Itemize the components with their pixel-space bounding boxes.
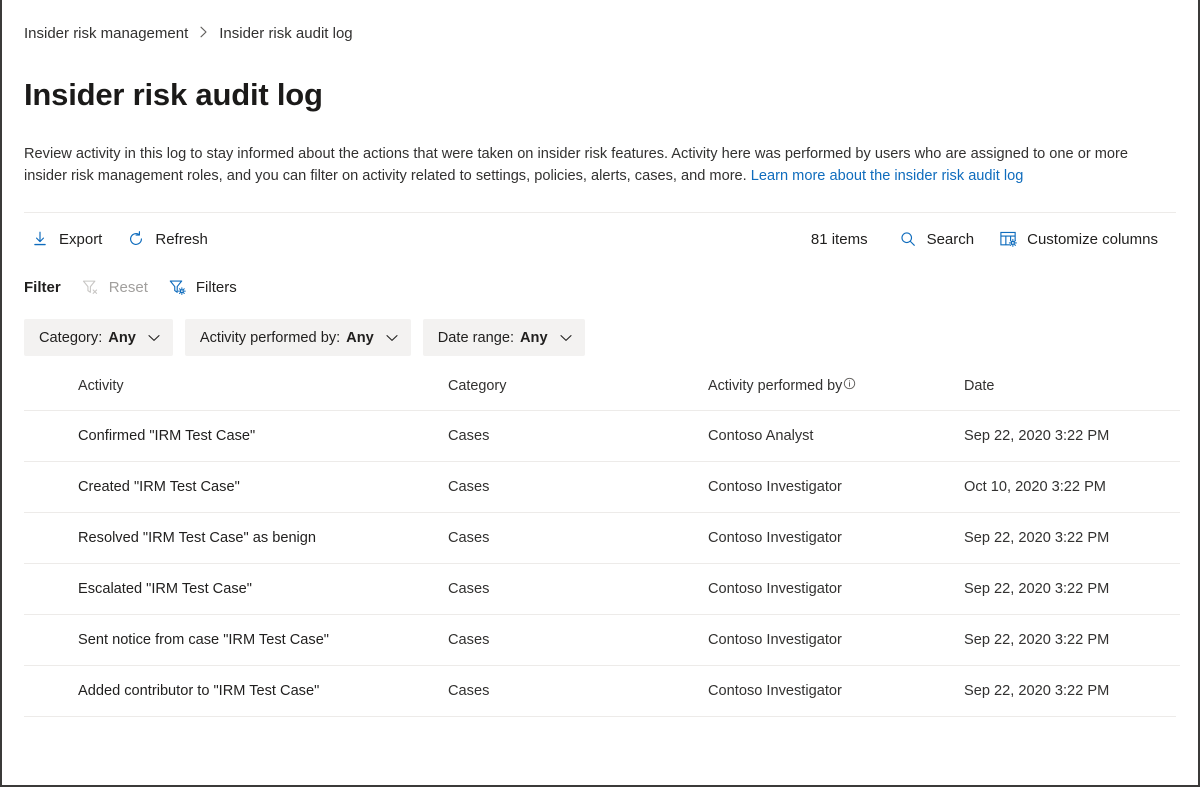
refresh-label: Refresh — [155, 231, 208, 248]
cell-activity: Confirmed "IRM Test Case" — [24, 411, 448, 462]
cell-activity: Sent notice from case "IRM Test Case" — [24, 615, 448, 666]
chevron-down-icon — [560, 334, 572, 342]
funnel-reset-icon — [81, 277, 101, 297]
command-bar: Export Refresh 81 items — [24, 213, 1176, 265]
filters-label: Filters — [196, 279, 237, 296]
filter-pill-category[interactable]: Category: Any — [24, 319, 173, 356]
table-row[interactable]: Added contributor to "IRM Test Case" Cas… — [24, 666, 1180, 717]
table-header-row: Activity Category Activity performed by — [24, 378, 1180, 411]
cell-activity: Resolved "IRM Test Case" as benign — [24, 513, 448, 564]
filter-pill-activity-performed-by-value: Any — [346, 330, 374, 346]
cell-performed-by: Contoso Investigator — [708, 462, 964, 513]
chevron-down-icon — [386, 334, 398, 342]
cell-category: Cases — [448, 666, 708, 717]
cell-date: Sep 22, 2020 3:22 PM — [964, 411, 1180, 462]
table-row[interactable]: Confirmed "IRM Test Case" Cases Contoso … — [24, 411, 1180, 462]
page-title: Insider risk audit log — [24, 76, 1176, 114]
audit-log-table: Activity Category Activity performed by — [24, 378, 1180, 716]
cell-date: Sep 22, 2020 3:22 PM — [964, 666, 1180, 717]
cell-category: Cases — [448, 462, 708, 513]
cell-activity: Created "IRM Test Case" — [24, 462, 448, 513]
filter-pills: Category: Any Activity performed by: Any — [24, 319, 1176, 356]
column-header-activity-performed-by-label: Activity performed by — [708, 378, 842, 394]
column-header-category[interactable]: Category — [448, 378, 708, 411]
table-row[interactable]: Created "IRM Test Case" Cases Contoso In… — [24, 462, 1180, 513]
column-header-category-label: Category — [448, 378, 506, 394]
cell-date: Sep 22, 2020 3:22 PM — [964, 615, 1180, 666]
cell-date: Sep 22, 2020 3:22 PM — [964, 564, 1180, 615]
cell-performed-by: Contoso Analyst — [708, 411, 964, 462]
insider-risk-audit-log-page: Insider risk management Insider risk aud… — [0, 0, 1200, 787]
cell-performed-by: Contoso Investigator — [708, 666, 964, 717]
filter-pill-date-range-label: Date range: — [438, 330, 514, 346]
items-count: 81 items — [811, 231, 868, 248]
command-bar-right-group: 81 items Search — [811, 223, 1176, 255]
export-label: Export — [59, 231, 102, 248]
cell-category: Cases — [448, 513, 708, 564]
table-bottom-divider — [24, 716, 1176, 717]
filter-bar-label: Filter — [24, 279, 61, 296]
search-label: Search — [927, 231, 975, 248]
customize-columns-icon — [998, 229, 1018, 249]
filter-pill-activity-performed-by[interactable]: Activity performed by: Any — [185, 319, 411, 356]
filter-pill-date-range[interactable]: Date range: Any — [423, 319, 585, 356]
breadcrumb-item-current: Insider risk audit log — [219, 25, 352, 42]
breadcrumb: Insider risk management Insider risk aud… — [24, 0, 1176, 56]
reset-filters-label: Reset — [109, 279, 148, 296]
column-header-activity-label: Activity — [78, 378, 124, 394]
cell-performed-by: Contoso Investigator — [708, 564, 964, 615]
cell-performed-by: Contoso Investigator — [708, 513, 964, 564]
breadcrumb-separator-icon — [199, 26, 208, 40]
cell-activity: Escalated "IRM Test Case" — [24, 564, 448, 615]
breadcrumb-item-insider-risk-management[interactable]: Insider risk management — [24, 25, 188, 42]
filter-pill-activity-performed-by-label: Activity performed by: — [200, 330, 340, 346]
table-header: Activity Category Activity performed by — [24, 378, 1180, 411]
column-header-activity[interactable]: Activity — [24, 378, 448, 411]
filter-bar: Filter Reset — [24, 267, 1176, 307]
cell-date: Sep 22, 2020 3:22 PM — [964, 513, 1180, 564]
table-row[interactable]: Sent notice from case "IRM Test Case" Ca… — [24, 615, 1180, 666]
info-icon[interactable] — [843, 377, 856, 390]
cell-activity: Added contributor to "IRM Test Case" — [24, 666, 448, 717]
cell-performed-by: Contoso Investigator — [708, 615, 964, 666]
reset-filters-button[interactable]: Reset — [77, 272, 156, 302]
refresh-button[interactable]: Refresh — [120, 223, 218, 255]
cell-date: Oct 10, 2020 3:22 PM — [964, 462, 1180, 513]
learn-more-link[interactable]: Learn more about the insider risk audit … — [751, 168, 1024, 184]
customize-columns-button[interactable]: Customize columns — [992, 223, 1168, 255]
filters-button[interactable]: Filters — [164, 272, 245, 302]
search-button[interactable]: Search — [892, 223, 985, 255]
filter-pill-date-range-value: Any — [520, 330, 548, 346]
filter-pill-category-label: Category: — [39, 330, 102, 346]
cell-category: Cases — [448, 411, 708, 462]
column-header-date[interactable]: Date — [964, 378, 1180, 411]
column-header-date-label: Date — [964, 378, 994, 394]
refresh-icon — [126, 229, 146, 249]
export-button[interactable]: Export — [24, 223, 112, 255]
table-row[interactable]: Escalated "IRM Test Case" Cases Contoso … — [24, 564, 1180, 615]
export-icon — [30, 229, 50, 249]
chevron-down-icon — [148, 334, 160, 342]
cell-category: Cases — [448, 615, 708, 666]
page-description: Review activity in this log to stay info… — [24, 144, 1174, 187]
table-body: Confirmed "IRM Test Case" Cases Contoso … — [24, 411, 1180, 717]
search-icon — [898, 229, 918, 249]
funnel-settings-icon — [168, 277, 188, 297]
table-row[interactable]: Resolved "IRM Test Case" as benign Cases… — [24, 513, 1180, 564]
command-bar-left-group: Export Refresh — [24, 223, 226, 255]
customize-columns-label: Customize columns — [1027, 231, 1158, 248]
cell-category: Cases — [448, 564, 708, 615]
filter-pill-category-value: Any — [108, 330, 136, 346]
column-header-activity-performed-by[interactable]: Activity performed by — [708, 378, 964, 411]
